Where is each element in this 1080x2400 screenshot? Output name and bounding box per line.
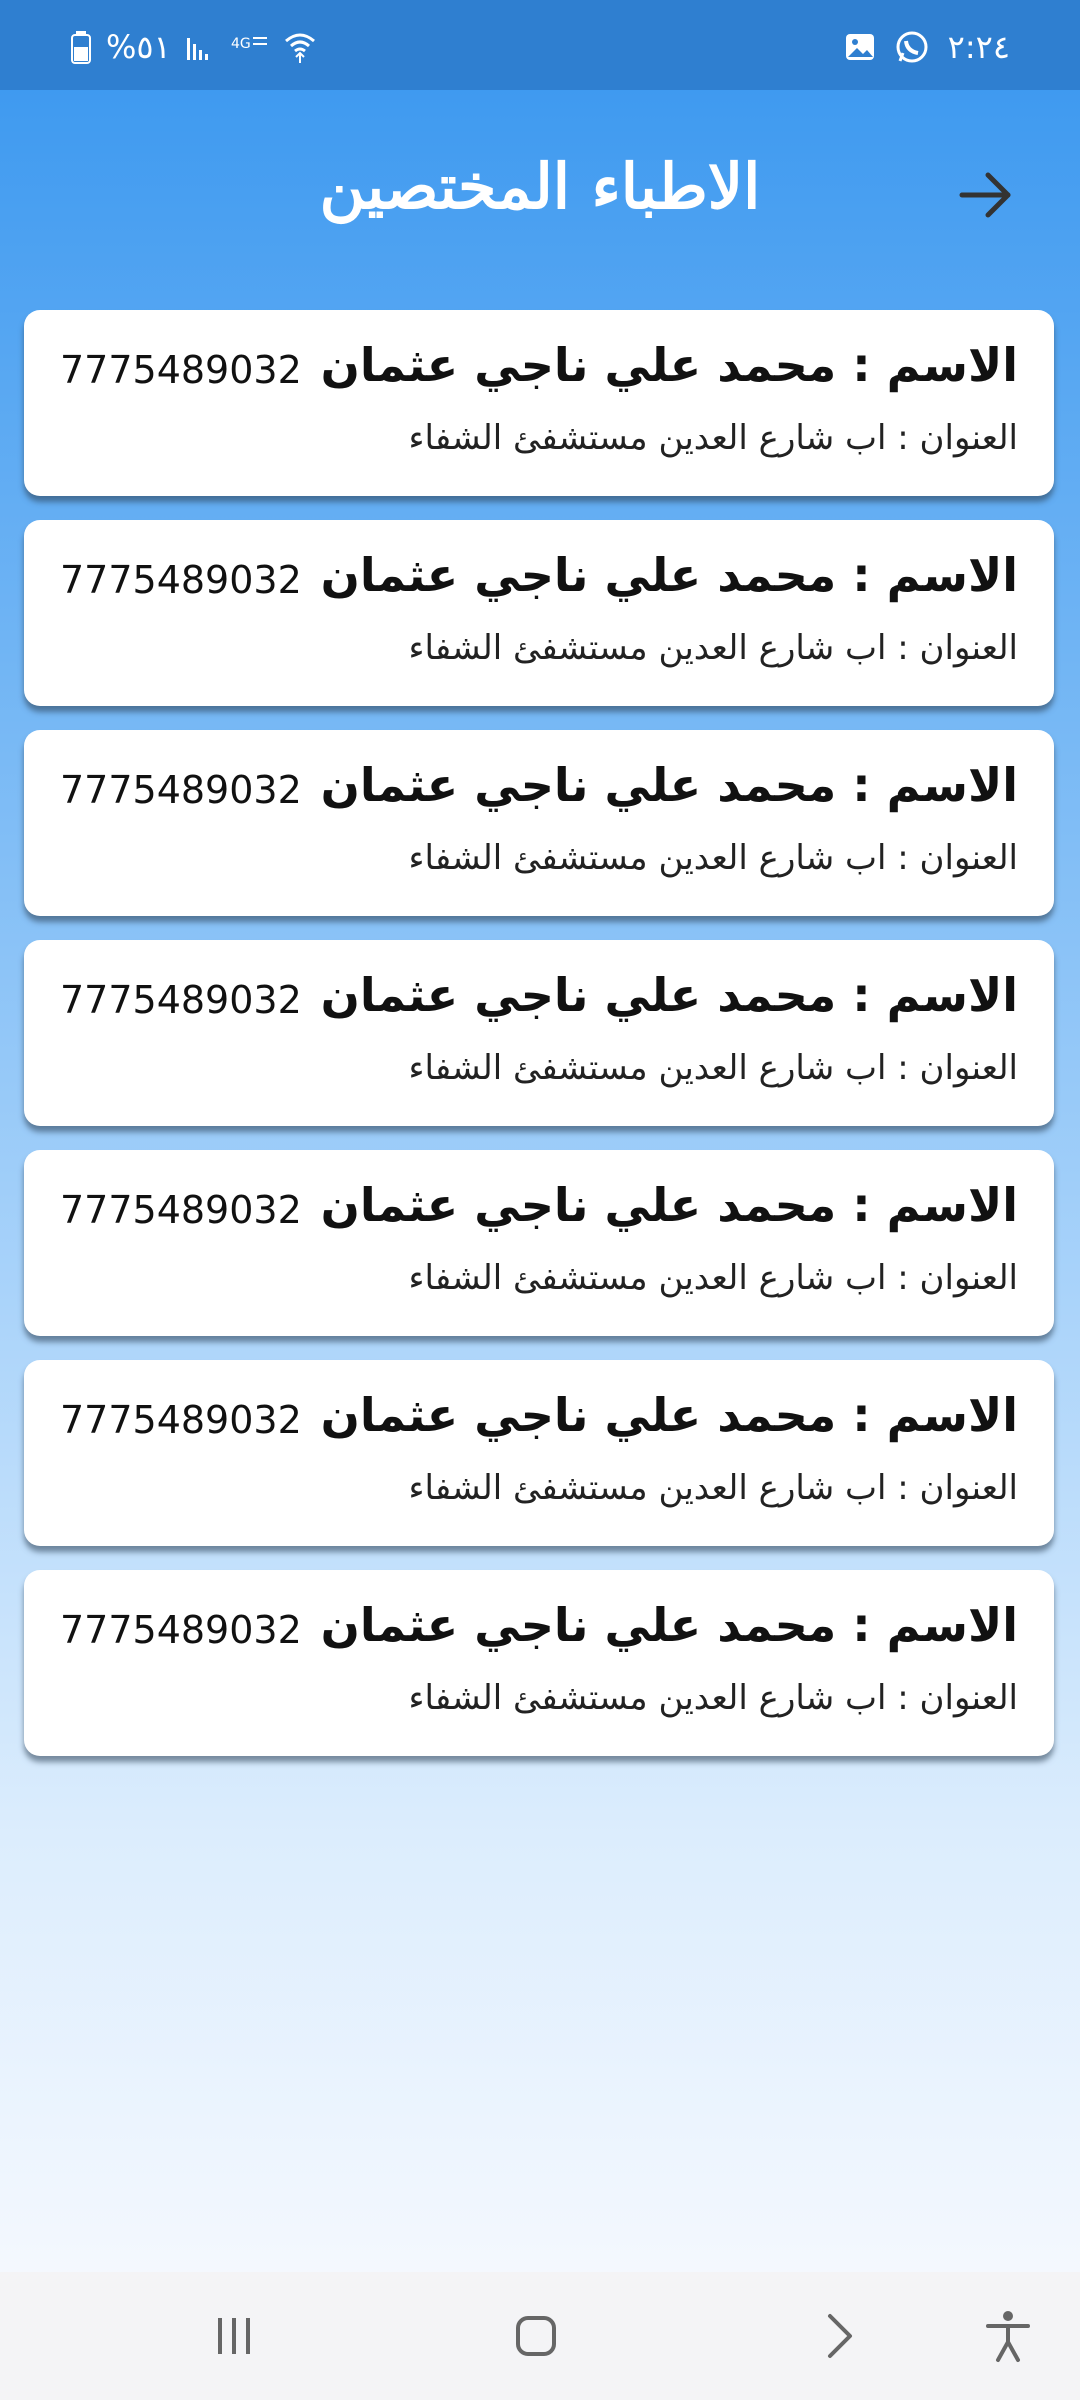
doctor-phone[interactable]: 7775489032	[60, 558, 302, 602]
doctor-address: العنوان : اب شارع العدين مستشفئ الشفاء	[408, 628, 1018, 668]
status-time: ٢:٢٤	[947, 28, 1010, 66]
doctor-address: العنوان : اب شارع العدين مستشفئ الشفاء	[408, 1678, 1018, 1718]
doctor-card[interactable]: الاسم : محمد علي ناجي عثمان العنوان : اب…	[24, 520, 1054, 706]
doctor-card[interactable]: الاسم : محمد علي ناجي عثمان العنوان : اب…	[24, 310, 1054, 496]
doctor-phone[interactable]: 7775489032	[60, 1608, 302, 1652]
doctor-name: الاسم : محمد علي ناجي عثمان	[320, 758, 1018, 812]
doctor-name: الاسم : محمد علي ناجي عثمان	[320, 1178, 1018, 1232]
system-nav-bar	[0, 2272, 1080, 2400]
4g-icon: 4G	[231, 36, 267, 52]
doctor-address: العنوان : اب شارع العدين مستشفئ الشفاء	[408, 418, 1018, 458]
image-icon	[845, 34, 874, 60]
recent-apps-icon[interactable]	[204, 2306, 264, 2366]
status-right: ٢:٢٤	[844, 28, 1010, 66]
doctor-card[interactable]: الاسم : محمد علي ناجي عثمان العنوان : اب…	[24, 730, 1054, 916]
page-title: الاطباء المختصين	[319, 150, 761, 223]
doctor-card[interactable]: الاسم : محمد علي ناجي عثمان العنوان : اب…	[24, 1150, 1054, 1336]
doctor-card[interactable]: الاسم : محمد علي ناجي عثمان العنوان : اب…	[24, 940, 1054, 1126]
home-icon[interactable]	[506, 2306, 566, 2366]
doctor-name: الاسم : محمد علي ناجي عثمان	[320, 968, 1018, 1022]
battery-percent: %٥١	[106, 28, 171, 66]
doctor-phone[interactable]: 7775489032	[60, 1188, 302, 1232]
back-icon[interactable]	[808, 2306, 868, 2366]
doctor-phone[interactable]: 7775489032	[60, 1398, 302, 1442]
doctor-phone[interactable]: 7775489032	[60, 768, 302, 812]
doctor-address: العنوان : اب شارع العدين مستشفئ الشفاء	[408, 1048, 1018, 1088]
doctor-phone[interactable]: 7775489032	[60, 348, 302, 392]
doctor-name: الاسم : محمد علي ناجي عثمان	[320, 548, 1018, 602]
accessibility-icon[interactable]	[978, 2306, 1038, 2366]
doctor-name: الاسم : محمد علي ناجي عثمان	[320, 338, 1018, 392]
svg-text:4G: 4G	[231, 36, 251, 52]
status-bar: %٥١ 4G ٢:٢٤	[0, 0, 1080, 90]
doctors-list: الاسم : محمد علي ناجي عثمان العنوان : اب…	[24, 310, 1054, 1780]
main-screen: الاطباء المختصين الاسم : محمد علي ناجي ع…	[0, 90, 1080, 2272]
battery-icon	[71, 31, 91, 64]
doctor-address: العنوان : اب شارع العدين مستشفئ الشفاء	[408, 1258, 1018, 1298]
doctor-name: الاسم : محمد علي ناجي عثمان	[320, 1388, 1018, 1442]
doctor-address: العنوان : اب شارع العدين مستشفئ الشفاء	[408, 838, 1018, 878]
doctor-card[interactable]: الاسم : محمد علي ناجي عثمان العنوان : اب…	[24, 1570, 1054, 1756]
arrow-right-icon[interactable]	[950, 160, 1020, 230]
status-left: %٥١ 4G	[70, 28, 317, 66]
doctor-address: العنوان : اب شارع العدين مستشفئ الشفاء	[408, 1468, 1018, 1508]
doctor-name: الاسم : محمد علي ناجي عثمان	[320, 1598, 1018, 1652]
doctor-phone[interactable]: 7775489032	[60, 978, 302, 1022]
wifi-icon	[284, 33, 315, 63]
doctor-card[interactable]: الاسم : محمد علي ناجي عثمان العنوان : اب…	[24, 1360, 1054, 1546]
whatsapp-icon	[896, 31, 928, 63]
signal-icon	[186, 38, 208, 60]
